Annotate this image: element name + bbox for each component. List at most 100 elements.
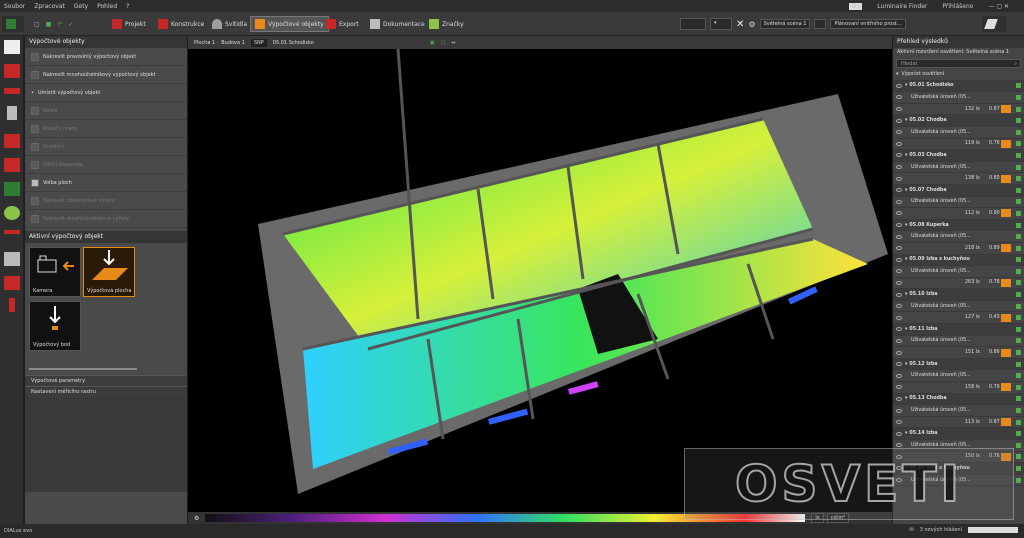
visibility-eye-icon[interactable] xyxy=(896,153,902,158)
sub-level-row[interactable]: Uživatelská úroveň (05... xyxy=(893,336,1024,348)
eye-icon[interactable] xyxy=(4,206,20,220)
room-row[interactable]: ▾ 05.12 Izba xyxy=(893,358,1024,371)
more-icon[interactable] xyxy=(9,298,15,312)
visibility-eye-icon[interactable] xyxy=(896,362,902,367)
place-calc-object[interactable]: • Umístit výpočtový objekt xyxy=(25,84,187,102)
visibility-eye-icon[interactable] xyxy=(896,165,902,170)
menu-edit[interactable]: Zpracovat xyxy=(34,3,65,10)
visibility-eye-icon[interactable] xyxy=(896,280,902,285)
stairs-icon[interactable] xyxy=(4,158,20,172)
result-value-row[interactable]: 112 lx 0.90 xyxy=(893,208,1024,220)
luminaire-finder-link[interactable]: Luminaire Finder xyxy=(877,3,927,10)
visibility-eye-icon[interactable] xyxy=(896,443,902,448)
calc-object-tool-icon[interactable] xyxy=(4,40,20,54)
sub-level-row[interactable]: Uživatelská úroveň (05... xyxy=(893,92,1024,104)
quick-access[interactable] xyxy=(2,16,24,32)
sub-level-row[interactable]: Uživatelská úroveň (05... xyxy=(893,405,1024,417)
save-icon[interactable] xyxy=(6,19,16,29)
visibility-eye-icon[interactable] xyxy=(896,188,902,193)
calc-point-thumb[interactable]: Výpočtový bod xyxy=(29,301,81,351)
room-row[interactable]: ▾ 05.08 Kuperka xyxy=(893,219,1024,232)
tab-symbols[interactable]: Značky xyxy=(425,16,468,32)
visibility-eye-icon[interactable] xyxy=(896,118,902,123)
visibility-eye-icon[interactable] xyxy=(896,292,902,297)
result-value-row[interactable]: 132 lx 0.87 xyxy=(893,104,1024,116)
breadcrumb-building[interactable]: Budova 1 xyxy=(221,40,245,46)
results-search-input[interactable]: Hledat ⌕ xyxy=(896,59,1021,68)
draw-poly-calc-object[interactable]: Nakreslit mnohoúhelníkový výpočtový obje… xyxy=(25,66,187,84)
tab-export[interactable]: Export xyxy=(322,16,363,32)
sub-level-row[interactable]: Uživatelská úroveň (05... xyxy=(893,231,1024,243)
visibility-eye-icon[interactable] xyxy=(896,373,902,378)
room-row[interactable]: ▾ 05.11 Izba xyxy=(893,324,1024,336)
result-value-row[interactable]: 138 lx 0.80 xyxy=(893,173,1024,185)
undo-icon[interactable]: ↶ xyxy=(57,21,62,28)
messages-icon[interactable]: ✉ xyxy=(910,527,914,533)
view-mode-icon[interactable]: ▢ xyxy=(441,40,446,46)
3d-viewport[interactable]: Plocha 1 Budova 1 SNP 05.01 Schodisko ▣ … xyxy=(188,36,892,512)
sub-level-row[interactable]: Uživatelská úroveň (05... xyxy=(893,370,1024,383)
tab-luminaires[interactable]: Svítidla xyxy=(208,16,251,32)
tab-construction[interactable]: Konstrukce xyxy=(154,16,208,32)
calc-surface-thumb[interactable]: Výpočtová plocha xyxy=(83,247,135,297)
save-file-icon[interactable]: ■ xyxy=(46,21,52,28)
camera-thumb[interactable]: Kamera xyxy=(29,247,81,297)
visibility-eye-icon[interactable] xyxy=(896,420,902,425)
visibility-eye-icon[interactable] xyxy=(896,211,902,216)
breadcrumb-area[interactable]: Plocha 1 xyxy=(194,40,215,46)
sub-level-row[interactable]: Uživatelská úroveň (05... xyxy=(893,127,1024,139)
result-value-row[interactable]: 158 lx 0.79 xyxy=(893,382,1024,394)
time-profile-select[interactable]: Plánovaní vnitřního prost... xyxy=(830,19,906,29)
visibility-eye-icon[interactable] xyxy=(896,269,902,274)
visibility-eye-icon[interactable] xyxy=(896,338,902,343)
messages-count[interactable]: 3 nových hlášení xyxy=(920,527,962,533)
room-row[interactable]: ▾ 05.07 Chodba xyxy=(893,184,1024,197)
visibility-eye-icon[interactable] xyxy=(896,107,902,112)
sub-level-row[interactable]: Uživatelská úroveň (05... xyxy=(893,162,1024,174)
visibility-eye-icon[interactable] xyxy=(896,141,902,146)
view-grid-icon[interactable]: ▣ xyxy=(430,40,435,46)
door-icon[interactable] xyxy=(7,106,17,120)
visibility-eye-icon[interactable] xyxy=(896,304,902,309)
breadcrumb-room[interactable]: 05.01 Schodisko xyxy=(273,40,314,46)
visibility-eye-icon[interactable] xyxy=(896,176,902,181)
result-value-row[interactable]: 119 lx 0.76 xyxy=(893,139,1024,151)
ruler-icon[interactable] xyxy=(4,230,20,234)
select-surfaces[interactable]: Volba ploch xyxy=(25,174,187,192)
room-row[interactable]: ▾ 05.14 Izba xyxy=(893,428,1024,440)
visibility-eye-icon[interactable] xyxy=(896,95,902,100)
room-row[interactable]: ▾ 05.10 Izba xyxy=(893,289,1024,301)
visibility-eye-icon[interactable] xyxy=(896,234,902,239)
visibility-eye-icon[interactable] xyxy=(896,246,902,251)
tab-project[interactable]: Projekt xyxy=(108,16,150,32)
floor-icon[interactable] xyxy=(4,134,20,148)
visibility-eye-icon[interactable] xyxy=(896,315,902,320)
sub-level-row[interactable]: Uživatelská úroveň (05... xyxy=(893,197,1024,209)
print-icon[interactable] xyxy=(4,276,20,290)
measure-icon[interactable]: ⇔ xyxy=(451,40,455,46)
visibility-eye-icon[interactable] xyxy=(896,350,902,355)
visibility-eye-icon[interactable] xyxy=(896,257,902,262)
result-value-row[interactable]: 113 lx 0.87 xyxy=(893,417,1024,429)
redo-icon[interactable]: ✓ xyxy=(68,21,73,28)
visibility-eye-icon[interactable] xyxy=(896,223,902,228)
visibility-eye-icon[interactable] xyxy=(896,396,902,401)
render-dropdown[interactable]: ▾ xyxy=(710,18,732,30)
new-icon[interactable]: ▢ xyxy=(34,21,40,28)
menu-help[interactable]: ? xyxy=(126,3,129,10)
document-icon[interactable] xyxy=(4,252,20,266)
light-scene-select[interactable]: Světelná scéna 1 xyxy=(759,19,811,29)
result-value-row[interactable]: 263 lx 0.78 xyxy=(893,278,1024,290)
visibility-eye-icon[interactable] xyxy=(896,408,902,413)
section-grid-settings[interactable]: Nastavení měřicího rastru xyxy=(25,386,187,397)
room-row[interactable]: ▾ 05.03 Chodba xyxy=(893,150,1024,162)
result-value-row[interactable]: 127 lx 0.43 xyxy=(893,312,1024,325)
room-row[interactable]: ▾ 05.09 Izba s kuchyňou xyxy=(893,254,1024,267)
scale-settings-icon[interactable]: ⚙ xyxy=(194,515,199,522)
lock-dropdown[interactable] xyxy=(680,18,706,30)
tab-documentation[interactable]: Dokumentace xyxy=(366,16,429,32)
result-value-row[interactable]: 151 lx 0.86 xyxy=(893,347,1024,359)
room-row[interactable]: ▾ 05.02 Chodba xyxy=(893,115,1024,127)
room-row[interactable]: ▾ 05.01 Schodisko xyxy=(893,80,1024,93)
window-controls[interactable]: — ▢ ✕ xyxy=(988,3,1009,10)
